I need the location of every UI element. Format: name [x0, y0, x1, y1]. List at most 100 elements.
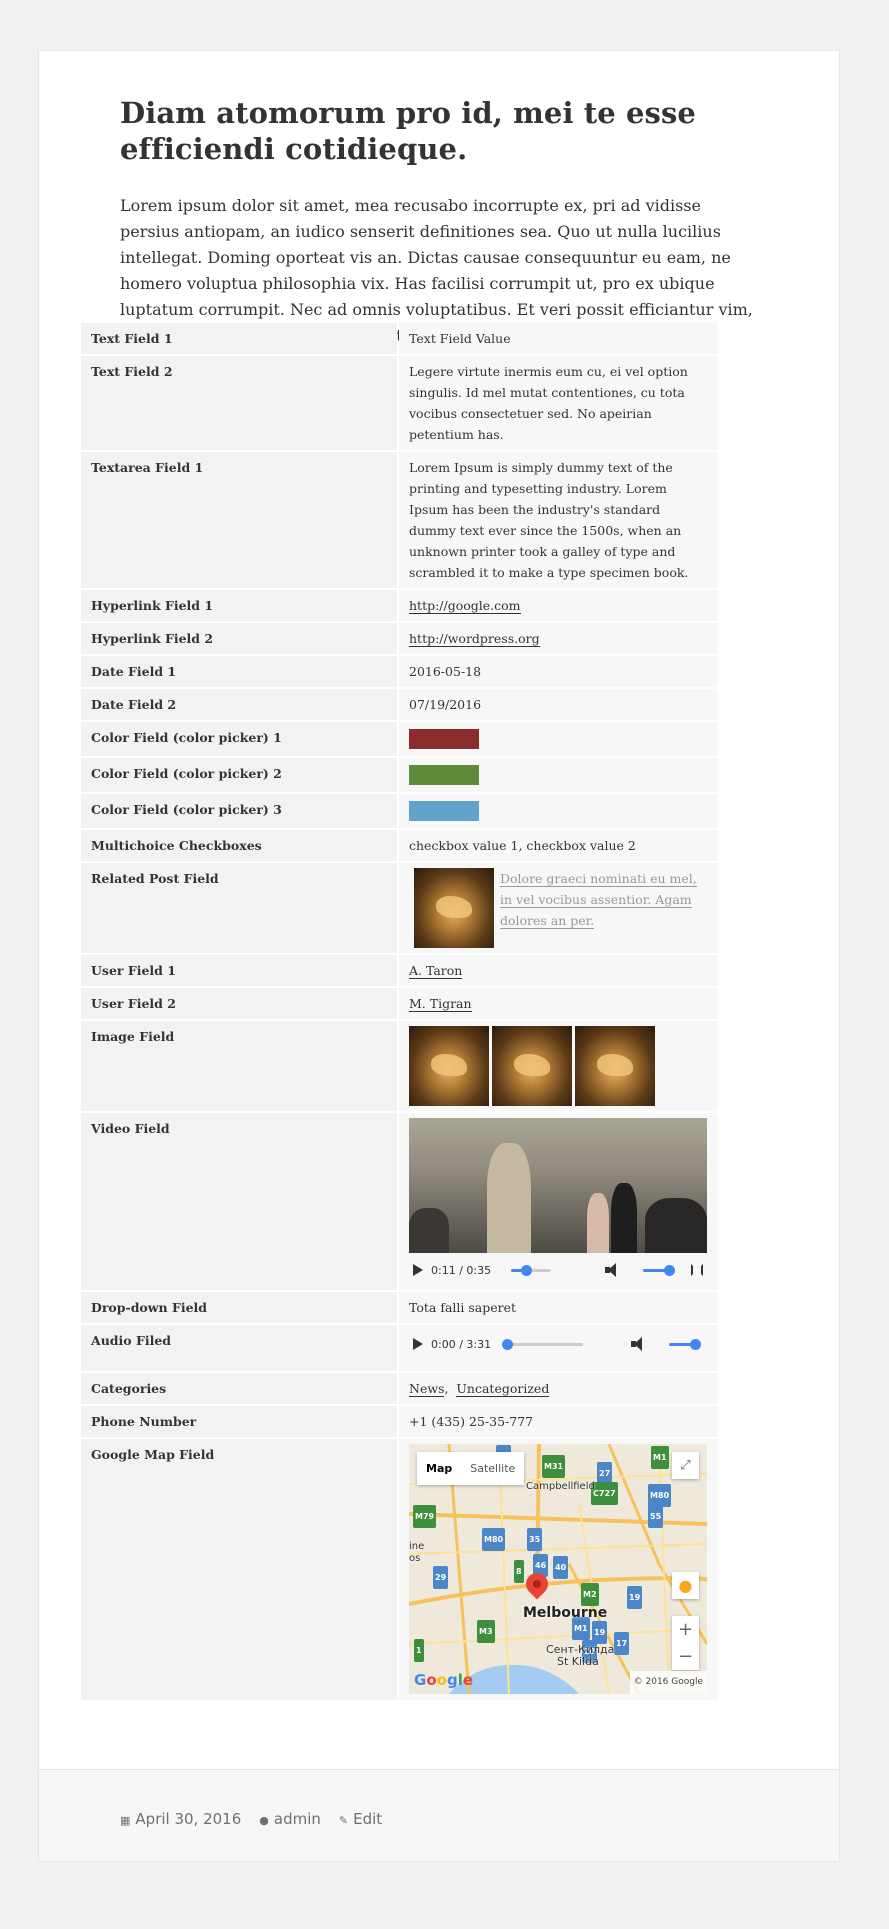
field-label: Date Field 2 [81, 689, 397, 720]
field-label: Hyperlink Field 2 [81, 623, 397, 654]
field-label: Categories [81, 1373, 397, 1404]
color-swatch-1 [409, 729, 479, 749]
table-row: Textarea Field 1 Lorem Ipsum is simply d… [81, 452, 717, 588]
map-fullscreen-icon[interactable]: ⤢ [672, 1452, 699, 1479]
post-footer: ▦ April 30, 2016 ● admin ✎ Edit [38, 1770, 840, 1862]
table-row: Text Field 2 Legere virtute inermis eum … [81, 356, 717, 450]
post-edit-link[interactable]: Edit [353, 1810, 382, 1828]
table-row: Phone Number +1 (435) 25-35-777 [81, 1406, 717, 1437]
field-value: 07/19/2016 [399, 689, 717, 720]
route-shield: 40 [553, 1556, 569, 1579]
post-title: Diam atomorum pro id, mei te esse effici… [120, 96, 696, 166]
field-value: +1 (435) 25-35-777 [399, 1406, 717, 1437]
route-shield: M1 [651, 1446, 669, 1469]
route-shield: 29 [433, 1566, 449, 1589]
field-value: 2016-05-18 [399, 656, 717, 687]
category-link-uncategorized[interactable]: Uncategorized [456, 1381, 550, 1397]
field-label: Textarea Field 1 [81, 452, 397, 588]
map-label-campbellfield: Campbellfield [526, 1481, 595, 1492]
user-link-1[interactable]: A. Taron [409, 963, 463, 979]
field-value: Lorem Ipsum is simply dummy text of the … [399, 452, 717, 588]
volume-icon[interactable] [631, 1337, 647, 1351]
post-author-link[interactable]: admin [274, 1810, 321, 1828]
audio-seek-slider[interactable] [502, 1338, 584, 1350]
video-figure [409, 1208, 449, 1253]
user-link-2[interactable]: M. Tigran [409, 996, 472, 1012]
related-post-link[interactable]: Dolore graeci nominati eu mel, in vel vo… [500, 871, 697, 929]
table-row: Related Post Field Dolore graeci nominat… [81, 863, 717, 953]
table-row: Hyperlink Field 1 http://google.com [81, 590, 717, 621]
map-label-melbourne: Melbourne [523, 1605, 608, 1621]
field-value: Legere virtute inermis eum cu, ei vel op… [399, 356, 717, 450]
google-map[interactable]: 58 M31 27 M79 M80 35 55 46 40 29 8 M2 M3… [409, 1444, 707, 1694]
field-label: Color Field (color picker) 3 [81, 794, 397, 828]
map-copyright[interactable]: © 2016 Google [629, 1671, 707, 1694]
map-type-control: Map Satellite [417, 1452, 525, 1485]
field-label: Text Field 2 [81, 356, 397, 450]
field-label: Multichoice Checkboxes [81, 830, 397, 861]
post-content: Diam atomorum pro id, mei te esse effici… [120, 95, 760, 349]
volume-handle[interactable] [690, 1338, 701, 1350]
field-label: Related Post Field [81, 863, 397, 953]
table-row: Drop-down Field Tota falli saperet [81, 1292, 717, 1323]
volume-slider[interactable] [669, 1338, 701, 1350]
map-type-satellite-button[interactable]: Satellite [461, 1452, 524, 1485]
route-shield: 17 [614, 1632, 630, 1655]
volume-slider[interactable] [643, 1264, 675, 1276]
table-row: Video Field 0:11 / 0:35 [81, 1113, 717, 1290]
user-icon: ● [259, 1814, 269, 1827]
zoom-in-button[interactable]: + [672, 1616, 699, 1643]
custom-fields-table: Text Field 1 Text Field Value Text Field… [79, 321, 719, 1702]
video-seek-slider[interactable] [511, 1264, 552, 1276]
field-label: Video Field [81, 1113, 397, 1290]
image-gallery [409, 1026, 707, 1106]
field-label: Drop-down Field [81, 1292, 397, 1323]
play-icon[interactable] [413, 1338, 423, 1350]
calendar-icon: ▦ [120, 1814, 131, 1827]
field-value: Text Field Value [399, 323, 717, 354]
gallery-image[interactable] [409, 1026, 489, 1106]
field-label: Text Field 1 [81, 323, 397, 354]
play-icon[interactable] [413, 1264, 423, 1276]
table-row: Categories News, Uncategorized [81, 1373, 717, 1404]
table-row: Color Field (color picker) 2 [81, 758, 717, 792]
video-figure [487, 1143, 531, 1253]
seek-handle[interactable] [502, 1338, 514, 1350]
route-shield: M80 [482, 1528, 506, 1551]
field-label: Hyperlink Field 1 [81, 590, 397, 621]
zoom-out-button[interactable]: − [672, 1643, 699, 1670]
field-label: Phone Number [81, 1406, 397, 1437]
route-shield: 1 [414, 1639, 424, 1662]
fullscreen-icon[interactable] [691, 1264, 703, 1276]
table-row: Color Field (color picker) 1 [81, 722, 717, 756]
post-date-link[interactable]: April 30, 2016 [135, 1810, 241, 1828]
table-row: Multichoice Checkboxes checkbox value 1,… [81, 830, 717, 861]
map-type-map-button[interactable]: Map [417, 1452, 461, 1485]
video-figure [645, 1198, 707, 1253]
field-label: User Field 2 [81, 988, 397, 1019]
gallery-image[interactable] [575, 1026, 655, 1106]
table-row: User Field 1 A. Taron [81, 955, 717, 986]
route-shield: 19 [627, 1586, 643, 1609]
volume-icon[interactable] [605, 1263, 621, 1277]
gallery-image[interactable] [492, 1026, 572, 1106]
video-figure [611, 1183, 637, 1253]
seek-handle[interactable] [520, 1264, 532, 1276]
post-meta: ▦ April 30, 2016 ● admin ✎ Edit [120, 1810, 382, 1828]
related-post-thumbnail[interactable] [414, 868, 494, 948]
map-label-partial: os [409, 1553, 421, 1564]
table-row: User Field 2 M. Tigran [81, 988, 717, 1019]
category-link-news[interactable]: News [409, 1381, 445, 1397]
route-shield: 8 [514, 1560, 524, 1583]
hyperlink-1[interactable]: http://google.com [409, 598, 521, 614]
route-shield: M80 [648, 1484, 672, 1507]
field-value: Tota falli saperet [399, 1292, 717, 1323]
hyperlink-2[interactable]: http://wordpress.org [409, 631, 540, 647]
volume-handle[interactable] [664, 1264, 675, 1276]
video-figure [587, 1193, 609, 1253]
pegman-icon[interactable]: ● [672, 1572, 699, 1599]
video-frame[interactable] [409, 1118, 707, 1253]
field-label: Audio Filed [81, 1325, 397, 1371]
pencil-icon: ✎ [338, 1814, 349, 1827]
table-row: Hyperlink Field 2 http://wordpress.org [81, 623, 717, 654]
